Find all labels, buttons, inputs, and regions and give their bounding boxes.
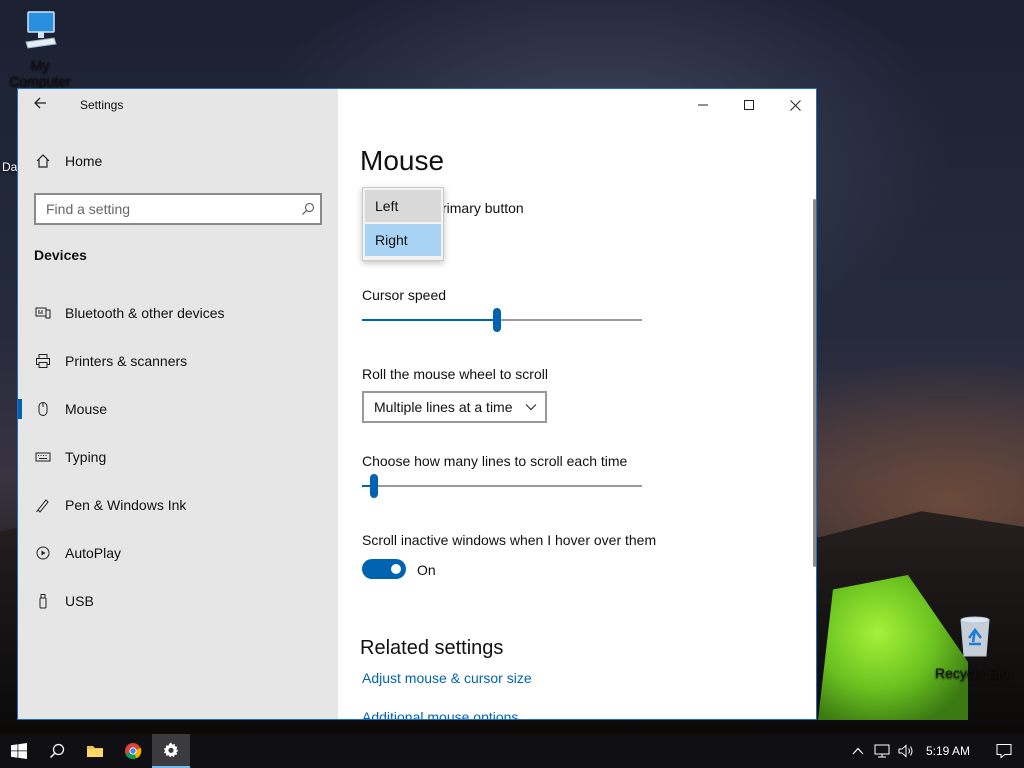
sidebar-item-home[interactable]: Home	[18, 147, 338, 175]
maximize-icon	[744, 100, 754, 110]
minimize-icon	[698, 104, 708, 106]
sidebar-item-label: Home	[65, 153, 103, 169]
clock[interactable]: 5:19 AM	[918, 744, 984, 758]
toggle-state-label: On	[417, 562, 436, 578]
primary-button-label: rimary button	[442, 200, 524, 216]
sidebar-item-autoplay[interactable]: AutoPlay	[18, 529, 338, 577]
chrome-button[interactable]	[114, 734, 152, 768]
close-button[interactable]	[772, 89, 816, 121]
toggle-knob	[391, 564, 401, 574]
pen-icon	[35, 497, 51, 513]
sidebar-item-pen[interactable]: Pen & Windows Ink	[18, 481, 338, 529]
window-controls	[680, 89, 816, 121]
scroll-mode-value: Multiple lines at a time	[374, 399, 513, 415]
related-settings-heading: Related settings	[360, 637, 504, 659]
app-title: Settings	[80, 98, 124, 112]
back-button[interactable]	[32, 95, 52, 115]
slider-fill	[362, 319, 497, 321]
recycle-bin-icon	[960, 616, 990, 657]
close-icon	[789, 99, 801, 111]
settings-content: Mouse rimary button Left Right Cursor sp…	[338, 89, 816, 719]
home-icon	[35, 153, 51, 169]
keyboard-icon	[35, 449, 51, 465]
sidebar-item-label: Printers & scanners	[65, 353, 188, 369]
autoplay-icon	[35, 545, 51, 561]
sidebar-item-bluetooth[interactable]: Bluetooth & other devices	[18, 289, 338, 337]
sidebar-item-mouse[interactable]: Mouse	[18, 385, 338, 433]
content-scrollbar[interactable]	[813, 199, 816, 567]
sidebar-item-label: AutoPlay	[65, 545, 122, 561]
settings-window: Settings Home Devices Bluetooth & other …	[17, 88, 817, 720]
desktop-icon-label: Recycle Bin	[935, 665, 1009, 681]
chevron-down-icon	[525, 404, 537, 411]
slider-thumb[interactable]	[493, 308, 501, 332]
show-hidden-icons-button[interactable]	[846, 734, 870, 768]
chrome-icon	[125, 743, 142, 760]
volume-icon	[898, 744, 913, 758]
sidebar-item-label: USB	[65, 593, 94, 609]
scroll-mode-label: Roll the mouse wheel to scroll	[362, 366, 548, 382]
printer-icon	[35, 353, 51, 369]
sidebar-item-label: Pen & Windows Ink	[65, 497, 187, 513]
network-icon	[874, 744, 890, 758]
volume-button[interactable]	[894, 734, 918, 768]
action-center-button[interactable]	[984, 734, 1024, 768]
sidebar-nav: Bluetooth & other devices Printers & sca…	[18, 289, 338, 625]
search-box[interactable]	[34, 193, 322, 225]
slider-thumb[interactable]	[370, 474, 378, 498]
sidebar-item-label: Typing	[65, 449, 107, 465]
sidebar-item-label: Bluetooth & other devices	[65, 305, 225, 321]
usb-icon	[35, 593, 51, 609]
slider-track	[362, 485, 642, 487]
dropdown-option-left[interactable]: Left	[365, 190, 441, 222]
sidebar-item-typing[interactable]: Typing	[18, 433, 338, 481]
bluetooth-devices-icon	[35, 305, 51, 321]
desktop-icon-my-computer[interactable]: My Computer	[0, 8, 80, 89]
computer-icon	[25, 11, 57, 49]
folder-icon	[87, 746, 103, 757]
search-button[interactable]	[38, 734, 76, 768]
settings-taskbar-button[interactable]	[152, 734, 190, 768]
search-icon	[49, 743, 65, 759]
scroll-lines-label: Choose how many lines to scroll each tim…	[362, 453, 628, 469]
title-bar[interactable]: Settings	[18, 89, 338, 121]
search-input[interactable]	[36, 201, 296, 217]
adjust-cursor-size-link[interactable]: Adjust mouse & cursor size	[362, 670, 532, 686]
back-arrow-icon	[34, 97, 46, 109]
inactive-scroll-toggle[interactable]	[362, 559, 406, 579]
sidebar-section-heading: Devices	[34, 247, 87, 263]
cursor-speed-label: Cursor speed	[362, 287, 447, 303]
inactive-scroll-label: Scroll inactive windows when I hover ove…	[362, 532, 657, 548]
chevron-up-icon	[852, 747, 864, 755]
start-button[interactable]	[0, 734, 38, 768]
dropdown-option-right[interactable]: Right	[365, 224, 441, 256]
settings-icon	[163, 742, 179, 758]
scroll-mode-select[interactable]: Multiple lines at a time	[362, 391, 547, 423]
network-button[interactable]	[870, 734, 894, 768]
search-icon[interactable]	[296, 202, 320, 216]
page-title: Mouse	[360, 145, 445, 176]
additional-mouse-options-link[interactable]: Additional mouse options	[362, 709, 518, 719]
sidebar-item-label: Mouse	[65, 401, 108, 417]
notification-icon	[996, 744, 1012, 759]
mouse-icon	[35, 401, 51, 417]
desktop-icon-partial-label: Da	[2, 160, 18, 174]
taskbar: 5:19 AM	[0, 734, 1024, 768]
desktop-icon-label: My Computer	[9, 57, 71, 89]
windows-logo-icon	[11, 743, 27, 759]
desktop-icon-recycle-bin[interactable]: Recycle Bin	[935, 612, 1015, 681]
system-tray: 5:19 AM	[846, 734, 1024, 768]
sidebar-item-printers[interactable]: Printers & scanners	[18, 337, 338, 385]
file-explorer-button[interactable]	[76, 734, 114, 768]
cursor-speed-slider[interactable]	[362, 308, 642, 332]
sidebar-item-usb[interactable]: USB	[18, 577, 338, 625]
primary-button-dropdown[interactable]: Left Right	[362, 187, 444, 261]
scroll-lines-slider[interactable]	[362, 474, 642, 498]
minimize-button[interactable]	[680, 89, 726, 121]
settings-sidebar: Settings Home Devices Bluetooth & other …	[18, 89, 338, 719]
maximize-button[interactable]	[726, 89, 772, 121]
